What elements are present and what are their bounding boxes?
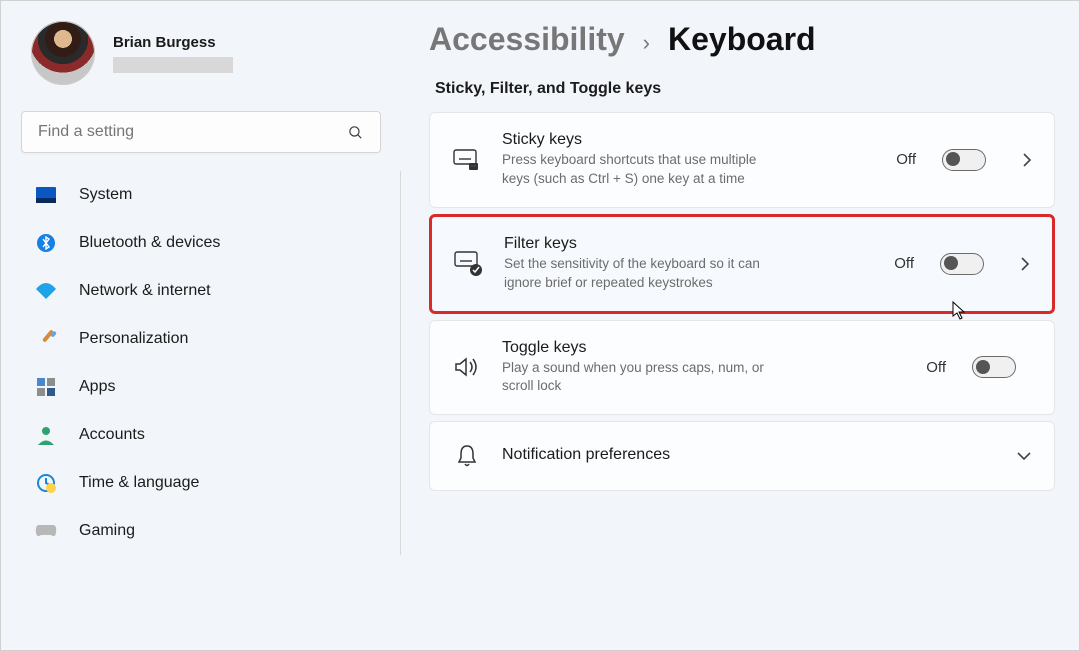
settings-cards: Sticky keys Press keyboard shortcuts tha… <box>429 112 1055 491</box>
sidebar-item-label: Personalization <box>79 330 188 348</box>
page-title: Keyboard <box>668 21 816 58</box>
search-input[interactable] <box>38 123 347 141</box>
chevron-right-icon[interactable] <box>1022 152 1032 168</box>
sidebar-item-apps[interactable]: Apps <box>21 363 396 411</box>
toggle-switch[interactable] <box>942 149 986 171</box>
section-header: Sticky, Filter, and Toggle keys <box>435 80 1055 98</box>
keyboard-icon <box>452 149 482 171</box>
system-icon <box>35 184 57 206</box>
toggle-switch[interactable] <box>972 356 1016 378</box>
sidebar-item-accounts[interactable]: Accounts <box>21 411 396 459</box>
sidebar-item-label: Time & language <box>79 474 199 492</box>
sidebar-item-label: Network & internet <box>79 282 211 300</box>
search-box[interactable] <box>21 111 381 153</box>
sidebar-item-personalization[interactable]: Personalization <box>21 315 396 363</box>
sidebar-item-system[interactable]: System <box>21 171 396 219</box>
accounts-icon <box>35 424 57 446</box>
time-language-icon <box>35 472 57 494</box>
apps-icon <box>35 376 57 398</box>
sidebar-item-label: Apps <box>79 378 115 396</box>
cursor-icon <box>952 301 968 321</box>
sidebar-item-label: Bluetooth & devices <box>79 234 220 252</box>
chevron-down-icon[interactable] <box>1016 451 1032 461</box>
personalization-icon <box>35 328 57 350</box>
breadcrumb: Accessibility › Keyboard <box>429 21 1055 58</box>
gaming-icon <box>35 520 57 542</box>
card-description: Play a sound when you press caps, num, o… <box>502 359 782 397</box>
sidebar-item-time-language[interactable]: Time & language <box>21 459 396 507</box>
bell-icon <box>452 444 482 468</box>
sidebar-item-gaming[interactable]: Gaming <box>21 507 396 555</box>
card-title: Notification preferences <box>502 446 996 464</box>
card-sticky-keys[interactable]: Sticky keys Press keyboard shortcuts tha… <box>429 112 1055 208</box>
search-icon <box>347 124 364 141</box>
toggle-state-label: Off <box>926 359 946 376</box>
toggle-state-label: Off <box>896 151 916 168</box>
card-toggle-keys[interactable]: Toggle keys Play a sound when you press … <box>429 320 1055 416</box>
card-title: Sticky keys <box>502 131 782 149</box>
card-description: Set the sensitivity of the keyboard so i… <box>504 255 784 293</box>
sidebar: Brian Burgess System Bluetooth & devi <box>1 1 401 650</box>
avatar <box>31 21 95 85</box>
card-filter-keys[interactable]: Filter keys Set the sensitivity of the k… <box>429 214 1055 314</box>
sound-icon <box>452 356 482 378</box>
card-description: Press keyboard shortcuts that use multip… <box>502 151 782 189</box>
profile-subtext-redacted <box>113 57 233 73</box>
sidebar-item-network[interactable]: Network & internet <box>21 267 396 315</box>
chevron-right-icon: › <box>643 30 650 56</box>
sidebar-item-bluetooth[interactable]: Bluetooth & devices <box>21 219 396 267</box>
card-notification-preferences[interactable]: Notification preferences <box>429 421 1055 491</box>
sidebar-item-label: System <box>79 186 132 204</box>
nav-list: System Bluetooth & devices Network & int… <box>21 171 401 555</box>
keyboard-filter-icon <box>454 251 484 277</box>
profile-block[interactable]: Brian Burgess <box>21 21 401 105</box>
toggle-switch[interactable] <box>940 253 984 275</box>
sidebar-item-label: Gaming <box>79 522 135 540</box>
sidebar-item-label: Accounts <box>79 426 145 444</box>
main-panel: Accessibility › Keyboard Sticky, Filter,… <box>401 1 1079 650</box>
network-icon <box>35 280 57 302</box>
chevron-right-icon[interactable] <box>1020 256 1030 272</box>
card-title: Filter keys <box>504 235 784 253</box>
toggle-state-label: Off <box>894 255 914 272</box>
card-title: Toggle keys <box>502 339 782 357</box>
breadcrumb-parent[interactable]: Accessibility <box>429 21 625 58</box>
profile-name: Brian Burgess <box>113 34 233 51</box>
bluetooth-icon <box>35 232 57 254</box>
